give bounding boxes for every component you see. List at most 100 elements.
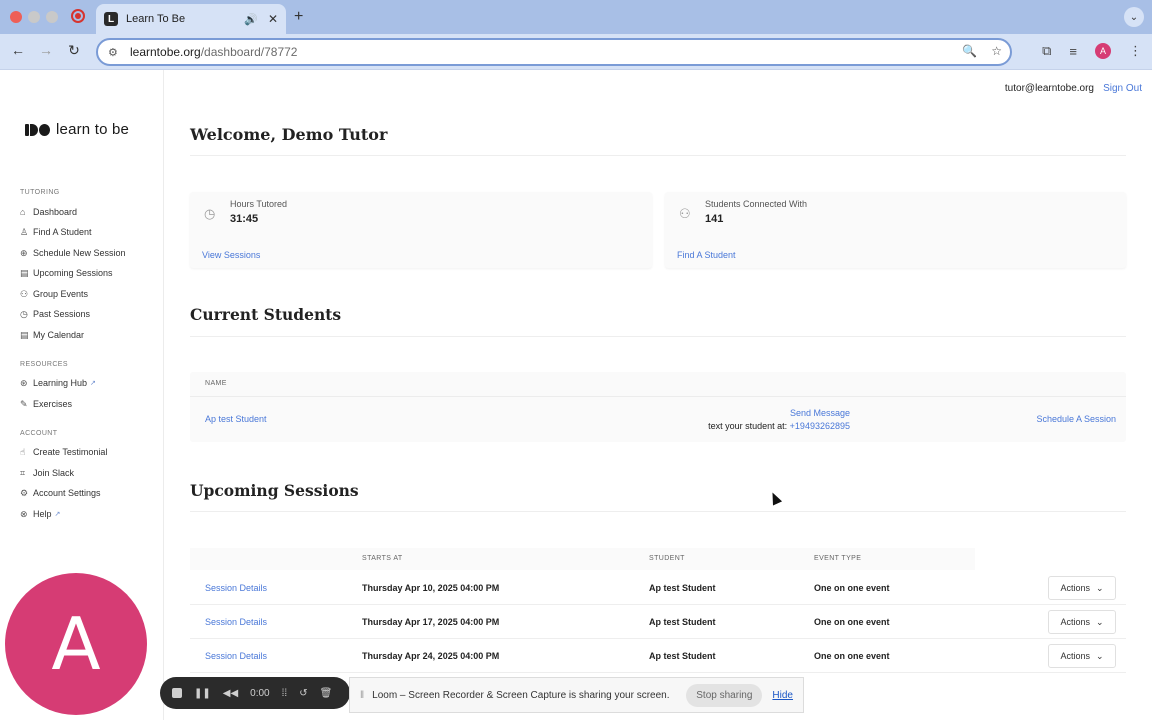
speaker-icon[interactable]: 🔊	[244, 13, 258, 26]
calendar-icon: ▤	[20, 267, 29, 278]
new-tab-button[interactable]: +	[294, 8, 303, 26]
stat-card-students: ⚇ Students Connected With 141 Find A Stu…	[665, 192, 1126, 268]
logo-text: learn to be	[56, 121, 130, 138]
trash-icon[interactable]: 🗑	[320, 688, 333, 699]
stat-value: 141	[705, 213, 724, 225]
bookmark-star-icon[interactable]: ☆	[991, 44, 1002, 58]
sidebar-item-join-slack[interactable]: ⌗ Join Slack	[20, 466, 74, 480]
loom-camera-avatar[interactable]: A	[5, 573, 147, 715]
table-header: STARTS AT STUDENT EVENT TYPE	[190, 548, 975, 570]
plus-circle-icon: ⊕	[20, 247, 28, 258]
session-details-link[interactable]: Session Details	[205, 583, 267, 593]
forward-button[interactable]: →	[36, 42, 56, 58]
logo-mark-icon	[25, 123, 50, 136]
tab-title: Learn To Be	[126, 13, 186, 25]
drag-handle-icon[interactable]: ⁞⁞	[282, 688, 288, 699]
restart-icon[interactable]: ↺	[299, 688, 307, 699]
find-student-link[interactable]: Find A Student	[677, 250, 736, 260]
column-header-name: NAME	[205, 380, 227, 387]
stop-sharing-button[interactable]: Stop sharing	[686, 683, 763, 707]
close-window-button[interactable]	[10, 11, 22, 23]
sidebar-section-tutoring: TUTORING	[20, 189, 60, 196]
browser-menu-icon[interactable]: ⋮	[1129, 43, 1142, 59]
extensions-icon[interactable]: ⧉	[1042, 43, 1051, 59]
screen-sharing-bar: ‖ Loom – Screen Recorder & Screen Captur…	[349, 677, 804, 713]
zoom-icon[interactable]: 🔍	[962, 44, 977, 58]
session-student: Ap test Student	[649, 583, 716, 593]
user-email: tutor@learntobe.org	[1004, 83, 1094, 94]
exercise-icon: ✎	[20, 398, 28, 409]
send-message-link[interactable]: Send Message	[790, 408, 850, 418]
session-event-type: One on one event	[814, 583, 890, 593]
session-event-type: One on one event	[814, 617, 890, 627]
sharing-message: Loom – Screen Recorder & Screen Capture …	[372, 689, 670, 701]
student-name-link[interactable]: Ap test Student	[205, 414, 267, 424]
stop-recording-icon[interactable]	[172, 688, 182, 698]
phone-link[interactable]: +19493262895	[790, 421, 850, 431]
slack-icon: ⌗	[20, 467, 26, 478]
table-row: Session Details Thursday Apr 24, 2025 04…	[190, 639, 1126, 673]
session-student: Ap test Student	[649, 617, 716, 627]
users-icon: ⚇	[679, 206, 691, 221]
view-sessions-link[interactable]: View Sessions	[202, 250, 260, 260]
actions-dropdown[interactable]: Actions ⌄	[1048, 644, 1116, 668]
external-link-icon: ↗	[54, 511, 61, 518]
help-icon: ⊗	[20, 508, 28, 519]
actions-dropdown[interactable]: Actions ⌄	[1048, 610, 1116, 634]
back-button[interactable]: ←	[8, 42, 28, 58]
session-details-link[interactable]: Session Details	[205, 651, 267, 661]
browser-tab-bar: L Learn To Be 🔊 ✕ + ⌄	[0, 0, 1152, 34]
thumbs-up-icon: ☝	[20, 446, 26, 457]
upcoming-sessions-table: STARTS AT STUDENT EVENT TYPE Session Det…	[190, 548, 1126, 673]
sidebar-item-dashboard[interactable]: ⌂ Dashboard	[20, 205, 77, 219]
tab-search-button[interactable]: ⌄	[1124, 7, 1144, 27]
sidebar-item-create-testimonial[interactable]: ☝ Create Testimonial	[20, 445, 107, 459]
upcoming-sessions-title: Upcoming Sessions	[190, 481, 359, 500]
student-phone-text: text your student at: +19493262895	[708, 421, 850, 431]
drag-handle-icon[interactable]: ‖	[360, 690, 364, 701]
sidebar-item-help[interactable]: ⊗ Help ↗	[20, 507, 60, 521]
media-control-icon[interactable]: ≡	[1069, 44, 1077, 59]
close-tab-icon[interactable]: ✕	[268, 12, 278, 26]
column-header-starts-at: STARTS AT	[362, 555, 403, 562]
sidebar-item-upcoming-sessions[interactable]: ▤ Upcoming Sessions	[20, 266, 113, 280]
home-icon: ⌂	[20, 207, 26, 217]
divider	[190, 396, 1126, 397]
clock-icon: ◷	[20, 308, 28, 319]
sidebar-item-exercises[interactable]: ✎ Exercises	[20, 397, 72, 411]
sidebar-section-account: ACCOUNT	[20, 430, 58, 437]
logo[interactable]: learn to be	[25, 121, 129, 138]
browser-tab[interactable]: L Learn To Be 🔊 ✕	[96, 4, 286, 34]
column-header-student: STUDENT	[649, 555, 685, 562]
minimize-window-button[interactable]	[28, 11, 40, 23]
pause-icon[interactable]: ❚❚	[194, 688, 211, 699]
schedule-session-link[interactable]: Schedule A Session	[1036, 414, 1116, 424]
divider	[190, 511, 1126, 512]
address-bar[interactable]: ⚙ learntobe.org/dashboard/78772 🔍 ☆	[96, 38, 1012, 66]
profile-avatar[interactable]: A	[1095, 43, 1111, 59]
group-icon: ⚇	[20, 288, 29, 299]
sidebar-item-my-calendar[interactable]: ▤ My Calendar	[20, 328, 84, 342]
current-students-table: NAME Ap test Student Send Message text y…	[190, 372, 1126, 442]
sign-out-link[interactable]: Sign Out	[1103, 83, 1142, 94]
clock-icon: ◷	[204, 206, 216, 221]
sidebar-item-find-student[interactable]: ♙ Find A Student	[20, 225, 92, 239]
session-start: Thursday Apr 17, 2025 04:00 PM	[362, 617, 500, 627]
session-start: Thursday Apr 24, 2025 04:00 PM	[362, 651, 500, 661]
site-info-icon[interactable]: ⚙	[108, 46, 122, 59]
hide-link[interactable]: Hide	[772, 690, 793, 701]
session-details-link[interactable]: Session Details	[205, 617, 267, 627]
calendar-icon: ▤	[20, 329, 29, 340]
rewind-icon[interactable]: ◀◀	[223, 688, 238, 699]
column-header-event-type: EVENT TYPE	[814, 555, 862, 562]
stat-value: 31:45	[230, 213, 259, 225]
sidebar-item-group-events[interactable]: ⚇ Group Events	[20, 287, 88, 301]
sidebar-item-schedule-session[interactable]: ⊕ Schedule New Session	[20, 246, 126, 260]
sidebar-item-past-sessions[interactable]: ◷ Past Sessions	[20, 307, 90, 321]
sidebar-item-learning-hub[interactable]: ⊛ Learning Hub ↗	[20, 376, 96, 390]
sidebar-item-account-settings[interactable]: ⚙ Account Settings	[20, 486, 101, 500]
url-path: /dashboard/78772	[200, 45, 298, 59]
reload-button[interactable]: ↻	[64, 42, 84, 59]
actions-dropdown[interactable]: Actions ⌄	[1048, 576, 1116, 600]
maximize-window-button[interactable]	[46, 11, 58, 23]
